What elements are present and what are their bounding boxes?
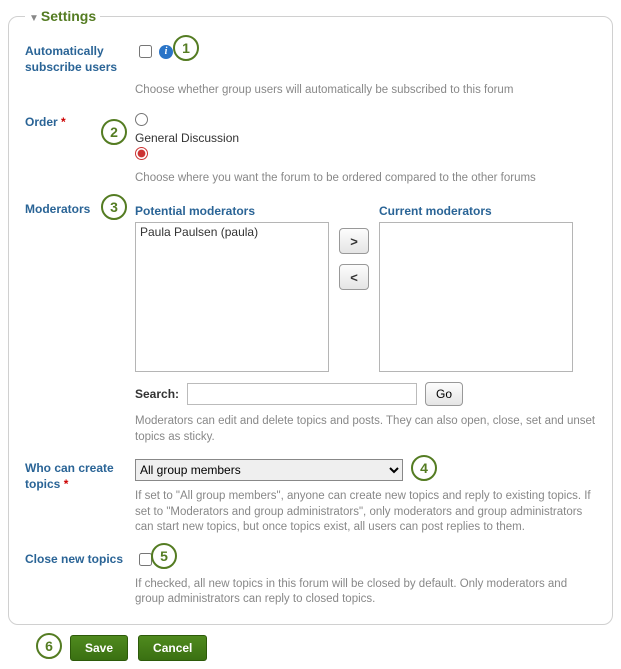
search-label: Search: <box>135 387 179 401</box>
field-subscribe: i 1 Choose whether group users will auto… <box>135 42 596 99</box>
subscribe-checkbox[interactable] <box>139 45 152 58</box>
help-subscribe: Choose whether group users will automati… <box>135 83 596 99</box>
search-row: Search: Go <box>135 382 596 406</box>
chevron-down-icon: ▼ <box>29 13 39 24</box>
potential-column: Potential moderators Paula Paulsen (paul… <box>135 204 329 372</box>
field-moderators: 3 Potential moderators Paula Paulsen (pa… <box>135 200 596 445</box>
settings-legend: ▼Settings <box>25 8 100 24</box>
help-who: If set to "All group members", anyone ca… <box>135 489 596 536</box>
callout-5: 5 <box>151 543 177 569</box>
required-star: * <box>61 115 66 129</box>
settings-fieldset: ▼Settings Automatically subscribe users … <box>8 8 613 625</box>
order-radio-top[interactable] <box>135 113 148 126</box>
go-button[interactable]: Go <box>425 382 463 406</box>
potential-listbox[interactable]: Paula Paulsen (paula) <box>135 222 329 372</box>
callout-4: 4 <box>411 455 437 481</box>
help-moderators: Moderators can edit and delete topics an… <box>135 414 596 445</box>
list-item[interactable]: Paula Paulsen (paula) <box>140 225 324 239</box>
footer-buttons: 6 Save Cancel <box>70 635 613 661</box>
field-who: All group members 4 If set to "All group… <box>135 459 596 536</box>
order-option-general: General Discussion <box>135 131 596 145</box>
add-moderator-button[interactable]: > <box>339 228 369 254</box>
mod-buttons: > < <box>339 204 369 372</box>
help-order: Choose where you want the forum to be or… <box>135 171 596 187</box>
callout-1: 1 <box>173 35 199 61</box>
required-star: * <box>64 477 69 491</box>
field-order: 2 General Discussion Choose where you wa… <box>135 113 596 187</box>
close-checkbox[interactable] <box>139 553 152 566</box>
label-who: Who can create topics * <box>25 459 135 492</box>
current-column: Current moderators <box>379 204 573 372</box>
current-title: Current moderators <box>379 204 573 218</box>
label-close: Close new topics <box>25 550 135 568</box>
label-who-text: Who can create topics <box>25 461 114 491</box>
help-close: If checked, all new topics in this forum… <box>135 577 596 608</box>
current-listbox[interactable] <box>379 222 573 372</box>
row-close: Close new topics 5 If checked, all new t… <box>25 550 596 608</box>
label-subscribe: Automatically subscribe users <box>25 42 135 75</box>
order-radio-gd[interactable] <box>135 147 148 160</box>
search-input[interactable] <box>187 383 417 405</box>
row-order: Order * 2 General Discussion Choose wher… <box>25 113 596 187</box>
row-who: Who can create topics * All group member… <box>25 459 596 536</box>
remove-moderator-button[interactable]: < <box>339 264 369 290</box>
callout-6: 6 <box>36 633 62 659</box>
row-moderators: Moderators 3 Potential moderators Paula … <box>25 200 596 445</box>
potential-title: Potential moderators <box>135 204 329 218</box>
legend-text: Settings <box>41 8 96 24</box>
save-button[interactable]: Save <box>70 635 128 661</box>
who-select[interactable]: All group members <box>135 459 403 481</box>
cancel-button[interactable]: Cancel <box>138 635 207 661</box>
label-order: Order * <box>25 113 135 131</box>
row-subscribe: Automatically subscribe users i 1 Choose… <box>25 42 596 99</box>
info-icon[interactable]: i <box>159 45 173 59</box>
label-order-text: Order <box>25 115 58 129</box>
label-moderators: Moderators <box>25 200 135 218</box>
field-close: 5 If checked, all new topics in this for… <box>135 550 596 608</box>
